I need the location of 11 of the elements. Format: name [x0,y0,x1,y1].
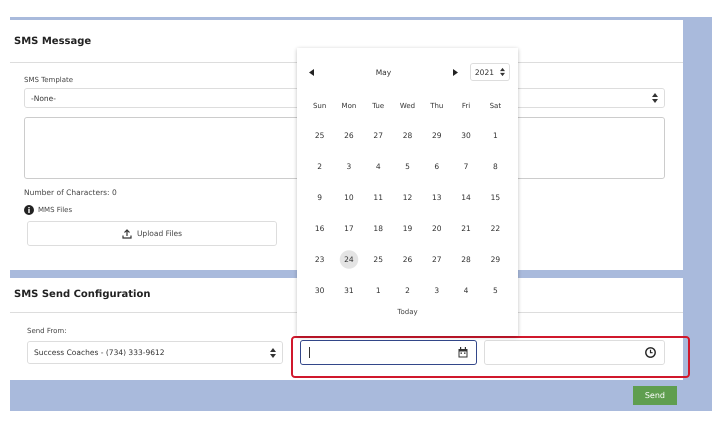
upload-icon [122,228,132,238]
left-triangle-icon [309,68,314,76]
up-down-icon [652,92,658,104]
date-input[interactable] [300,340,477,365]
clock-icon [645,347,656,358]
time-input[interactable] [484,340,665,365]
right-triangle-icon [452,68,458,76]
info-icon [24,205,34,215]
calendar-icon [458,347,468,358]
up-down-icon [500,67,505,77]
up-down-icon [270,346,276,358]
